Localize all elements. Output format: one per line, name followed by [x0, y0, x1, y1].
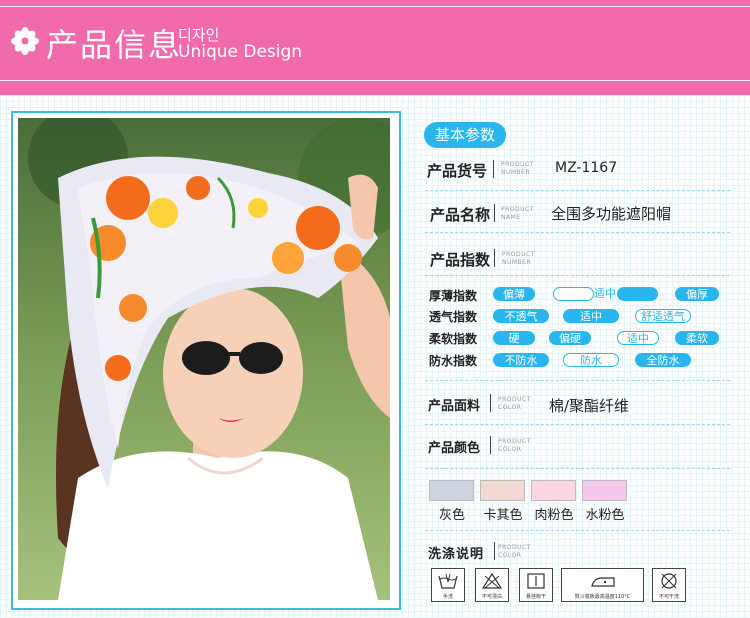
separator — [425, 380, 730, 381]
divider — [490, 394, 491, 412]
swatch-label-water-pink: 水粉色 — [585, 508, 625, 523]
fabric-sub: PRODUCT COLOR — [498, 396, 531, 411]
thickness-blank-1 — [553, 287, 594, 301]
waterproof-yes: 防水 — [563, 353, 619, 367]
swatch-gray[interactable] — [429, 480, 474, 501]
swatch-water-pink[interactable] — [582, 480, 627, 501]
model-photo — [18, 118, 390, 600]
care-sub: PRODUCT COLOR — [498, 544, 531, 559]
thickness-blank-2 — [617, 287, 658, 301]
thickness-index-label: 厚薄指数 — [429, 289, 478, 303]
page-title: 产品信息 — [46, 26, 183, 64]
color-label: 产品颜色 — [428, 441, 481, 456]
title-english: Unique Design — [178, 42, 303, 62]
product-name-value: 全围多功能遮阳帽 — [551, 205, 672, 223]
separator — [425, 468, 730, 469]
separator — [425, 232, 730, 233]
no-bleach-icon: 不可漂白 — [475, 568, 509, 602]
breathability-medium: 适中 — [563, 309, 619, 323]
separator — [425, 190, 730, 191]
product-index-label: 产品指数 — [430, 251, 491, 269]
waterproof-none: 不防水 — [493, 353, 549, 367]
softness-index-label: 柔软指数 — [429, 332, 478, 346]
breathability-comfortable: 舒适透气 — [635, 309, 691, 323]
iron-icon: 熨斗底板最高温度110°C — [561, 568, 644, 602]
divider — [494, 204, 495, 222]
divider — [494, 249, 495, 267]
separator — [425, 424, 730, 425]
divider — [493, 160, 494, 178]
thickness-thick: 偏厚 — [675, 287, 719, 301]
color-sub: PRODUCT COLOR — [498, 438, 531, 453]
thickness-thin: 偏薄 — [493, 287, 535, 301]
softness-medium: 适中 — [617, 331, 659, 345]
hand-wash-icon: 手洗 — [431, 568, 465, 602]
care-label: 洗涤说明 — [428, 547, 485, 562]
product-number-value: MZ-1167 — [555, 160, 618, 176]
waterproof-index-label: 防水指数 — [429, 354, 478, 368]
breathability-index-label: 透气指数 — [429, 310, 478, 324]
product-index-sub: PRODUCT NUMBER — [502, 251, 535, 266]
softness-semi-hard: 偏硬 — [549, 331, 591, 345]
basic-params-badge: 基本参数 — [424, 122, 506, 148]
no-tumble-dry-icon: 不可干洗 — [652, 568, 686, 602]
waterproof-full: 全防水 — [635, 353, 691, 367]
softness-soft: 柔软 — [675, 331, 719, 345]
divider — [494, 542, 495, 560]
product-name-label: 产品名称 — [430, 206, 491, 224]
product-number-sub: PRODUCT NUMBER — [501, 161, 534, 176]
header-banner: 产品信息 디자인 Unique Design — [0, 0, 750, 95]
thickness-medium: 适中 — [594, 287, 616, 300]
softness-hard: 硬 — [493, 331, 535, 345]
flower-icon — [11, 27, 39, 55]
separator — [425, 275, 730, 276]
fabric-label: 产品面料 — [428, 399, 481, 414]
fabric-value: 棉/聚酯纤维 — [549, 397, 630, 415]
swatch-flesh-pink[interactable] — [531, 480, 576, 501]
breathability-none: 不透气 — [493, 309, 549, 323]
banner-top-line — [0, 6, 750, 7]
swatch-khaki[interactable] — [480, 480, 525, 501]
separator — [425, 530, 730, 531]
hang-dry-icon: 悬挂晾干 — [519, 568, 553, 602]
product-number-label: 产品货号 — [427, 162, 488, 180]
product-name-sub: PRODUCT NAME — [501, 206, 534, 221]
divider — [490, 436, 491, 454]
banner-bottom-line — [0, 80, 750, 81]
